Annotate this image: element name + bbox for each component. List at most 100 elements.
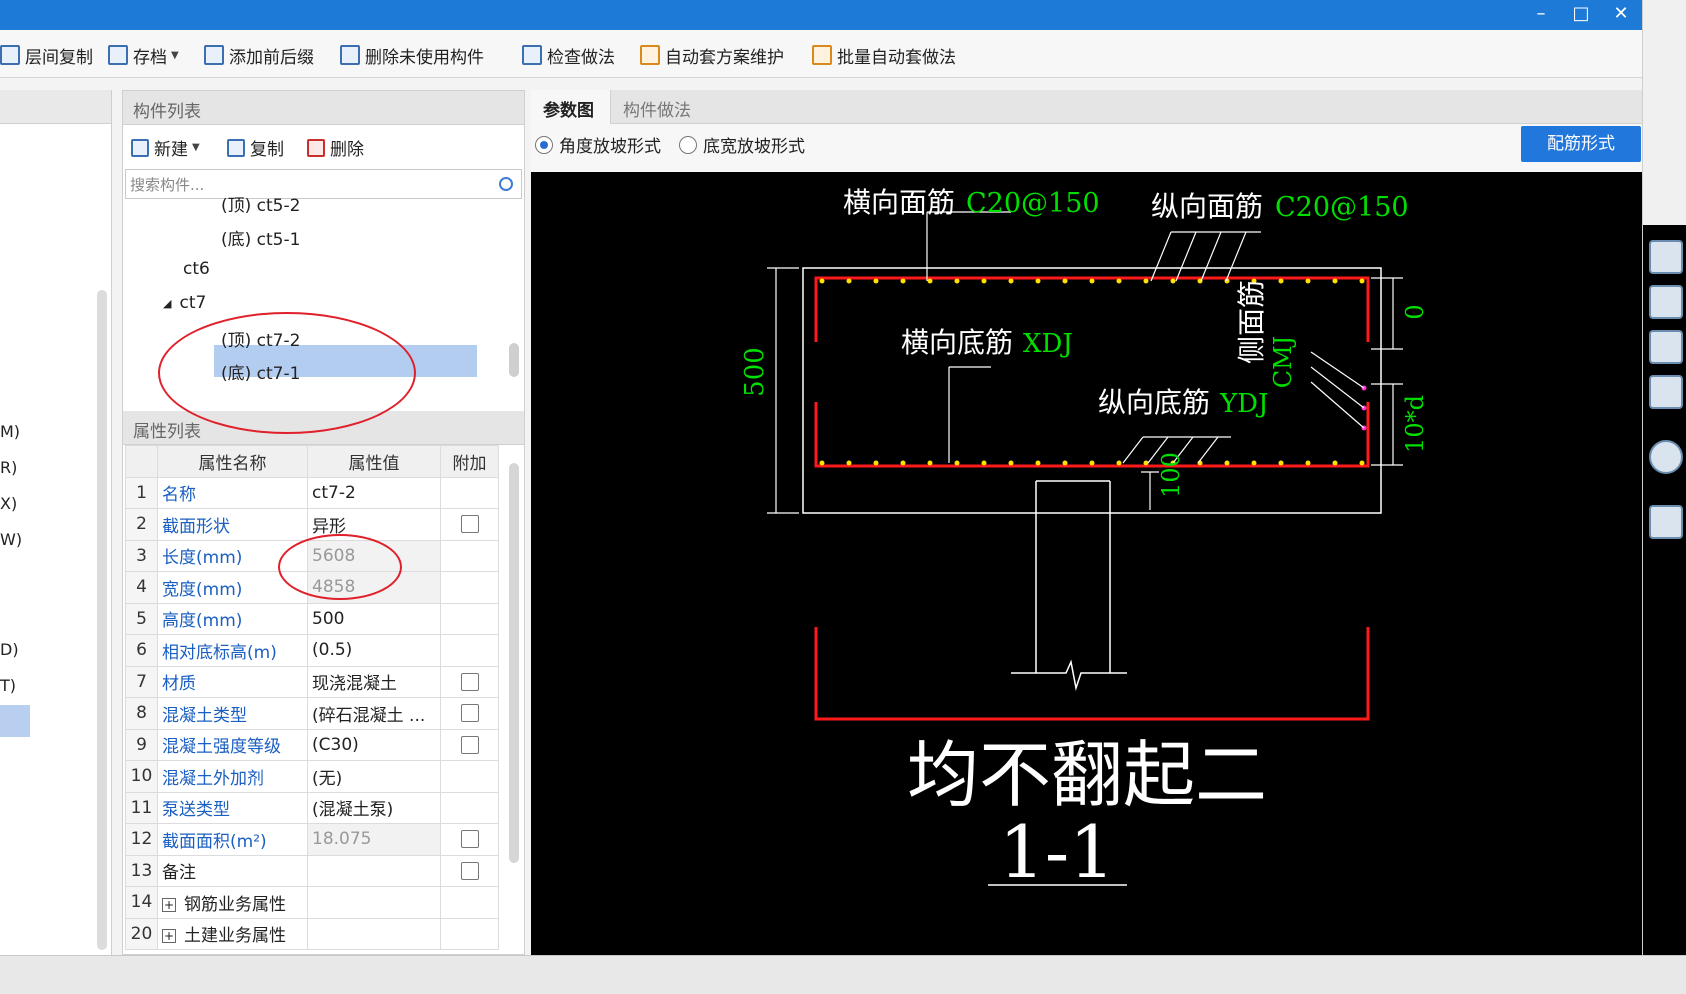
scrollbar[interactable]: [97, 290, 107, 950]
attach-checkbox[interactable]: [460, 830, 479, 849]
delete-button[interactable]: 删除: [307, 135, 364, 160]
annotation-ellipse: [158, 312, 416, 434]
expand-plus-icon[interactable]: +: [162, 897, 176, 912]
expand-plus-icon[interactable]: +: [162, 929, 176, 944]
table-row[interactable]: 8 混凝土类型 (碎石混凝土 ...: [125, 697, 499, 730]
attach-checkbox[interactable]: [460, 672, 479, 691]
new-button[interactable]: 新建 ▼: [131, 135, 200, 160]
property-name: 截面面积(m²): [157, 823, 308, 856]
batch-auto-button[interactable]: 批量自动套做法: [812, 42, 956, 68]
radio-angle-slope[interactable]: 角度放坡形式: [535, 132, 661, 157]
auto-scheme-button[interactable]: 自动套方案维护: [640, 42, 784, 68]
table-row[interactable]: 7 材质 现浇混凝土: [125, 665, 499, 698]
row-number: 4: [125, 571, 158, 604]
chevron-down-icon[interactable]: ▼: [171, 50, 179, 61]
nav-item[interactable]: T): [0, 676, 16, 695]
property-name: 名称: [157, 476, 308, 509]
property-value[interactable]: 现浇混凝土: [307, 665, 441, 698]
maximize-icon[interactable]: □: [1566, 2, 1596, 28]
column: [1011, 480, 1127, 691]
property-group[interactable]: + 钢筋业务属性: [157, 886, 308, 919]
globe-icon[interactable]: [1649, 240, 1683, 274]
right-dimensions: [1371, 277, 1403, 466]
floor-copy-button[interactable]: 层间复制: [0, 42, 93, 68]
expand-arrow-icon[interactable]: ◢: [163, 297, 171, 310]
property-name: 备注: [157, 854, 308, 887]
property-extra: [440, 823, 499, 856]
top-longitudinal-label: 纵向面筋: [1151, 190, 1263, 223]
nav-item[interactable]: W): [0, 530, 22, 549]
property-extra: [440, 476, 499, 509]
property-extra: [440, 854, 499, 887]
nav-item[interactable]: D): [0, 640, 19, 659]
minimize-icon[interactable]: –: [1526, 2, 1556, 28]
nav-item-selected[interactable]: [0, 705, 30, 737]
attach-checkbox[interactable]: [460, 515, 479, 534]
search-icon[interactable]: [499, 177, 513, 191]
property-value[interactable]: (C30): [307, 728, 441, 761]
scrollbar[interactable]: [509, 463, 519, 863]
nav-item[interactable]: M): [0, 422, 20, 441]
property-name: 高度(mm): [157, 602, 308, 635]
nav-item[interactable]: X): [0, 494, 17, 513]
archive-button[interactable]: 存档 ▼: [108, 42, 179, 68]
tree-item[interactable]: ct6: [183, 259, 210, 279]
search-input[interactable]: 搜索构件...: [125, 169, 522, 199]
batch-auto-icon: [812, 45, 832, 65]
property-extra: [440, 791, 499, 824]
attach-checkbox[interactable]: [460, 735, 479, 754]
check-method-button[interactable]: 检查做法: [522, 42, 615, 68]
table-row[interactable]: 5 高度(mm) 500: [125, 602, 499, 635]
property-value[interactable]: (0.5): [307, 634, 441, 667]
scrollbar[interactable]: [509, 343, 519, 377]
layers-icon[interactable]: [1649, 505, 1683, 539]
property-name: 材质: [157, 665, 308, 698]
table-row[interactable]: 2 截面形状 异形: [125, 508, 499, 541]
table-row[interactable]: 11 泵送类型 (混凝土泵): [125, 791, 499, 824]
add-prefix-suffix-button[interactable]: 添加前后缀: [204, 42, 314, 68]
close-icon[interactable]: ✕: [1606, 2, 1636, 28]
3d-view-icon[interactable]: [1649, 285, 1683, 319]
property-name: 相对底标高(m): [157, 634, 308, 667]
property-value[interactable]: 500: [307, 602, 441, 635]
property-value[interactable]: (无): [307, 760, 441, 793]
property-value[interactable]: (混凝土泵): [307, 791, 441, 824]
attach-checkbox[interactable]: [460, 704, 479, 723]
property-group[interactable]: + 土建业务属性: [157, 917, 308, 950]
copy-button[interactable]: 复制: [227, 135, 284, 160]
table-row-group[interactable]: 14 + 钢筋业务属性: [125, 886, 499, 919]
chevron-down-icon[interactable]: ▼: [192, 142, 200, 153]
tree-item-expandable[interactable]: ◢ ct7: [163, 293, 206, 313]
property-value[interactable]: [307, 854, 441, 887]
attach-checkbox[interactable]: [460, 861, 479, 880]
table-row[interactable]: 10 混凝土外加剂 (无): [125, 760, 499, 793]
row-number: 8: [125, 697, 158, 730]
property-value: 18.075: [307, 823, 441, 856]
table-row[interactable]: 9 混凝土强度等级 (C30): [125, 728, 499, 761]
nav-item[interactable]: R): [0, 458, 17, 477]
tab-component-method[interactable]: 构件做法: [611, 90, 711, 124]
tab-param-diagram[interactable]: 参数图: [531, 90, 611, 124]
top-dim-label: 0: [1401, 304, 1429, 319]
table-row[interactable]: 12 截面面积(m²) 18.075: [125, 823, 499, 856]
cube-icon[interactable]: [1649, 330, 1683, 364]
rotate-icon[interactable]: [1649, 440, 1683, 474]
table-row[interactable]: 6 相对底标高(m) (0.5): [125, 634, 499, 667]
tree-item[interactable]: (底) ct5-1: [221, 225, 300, 250]
property-value[interactable]: (碎石混凝土 ...: [307, 697, 441, 730]
table-row[interactable]: 1 名称 ct7-2: [125, 476, 499, 509]
property-value[interactable]: ct7-2: [307, 476, 441, 509]
component-panel: 构件列表 新建 ▼ 复制 删除 搜索构件... (顶) ct5-2 (底) ct…: [122, 90, 525, 955]
tree-item[interactable]: (顶) ct5-2: [221, 191, 300, 216]
radio-width-slope[interactable]: 底宽放坡形式: [679, 132, 805, 157]
property-header-value: 属性值: [307, 445, 441, 478]
table-row-group[interactable]: 20 + 土建业务属性: [125, 917, 499, 950]
rebar-form-button[interactable]: 配筋形式: [1521, 126, 1641, 162]
delete-unused-icon: [340, 45, 360, 65]
check-method-label: 检查做法: [547, 47, 615, 68]
box-icon[interactable]: [1649, 375, 1683, 409]
table-row[interactable]: 13 备注: [125, 854, 499, 887]
delete-unused-button[interactable]: 删除未使用构件: [340, 42, 484, 68]
property-value: [307, 886, 441, 919]
radio-unselected-icon: [679, 135, 697, 154]
